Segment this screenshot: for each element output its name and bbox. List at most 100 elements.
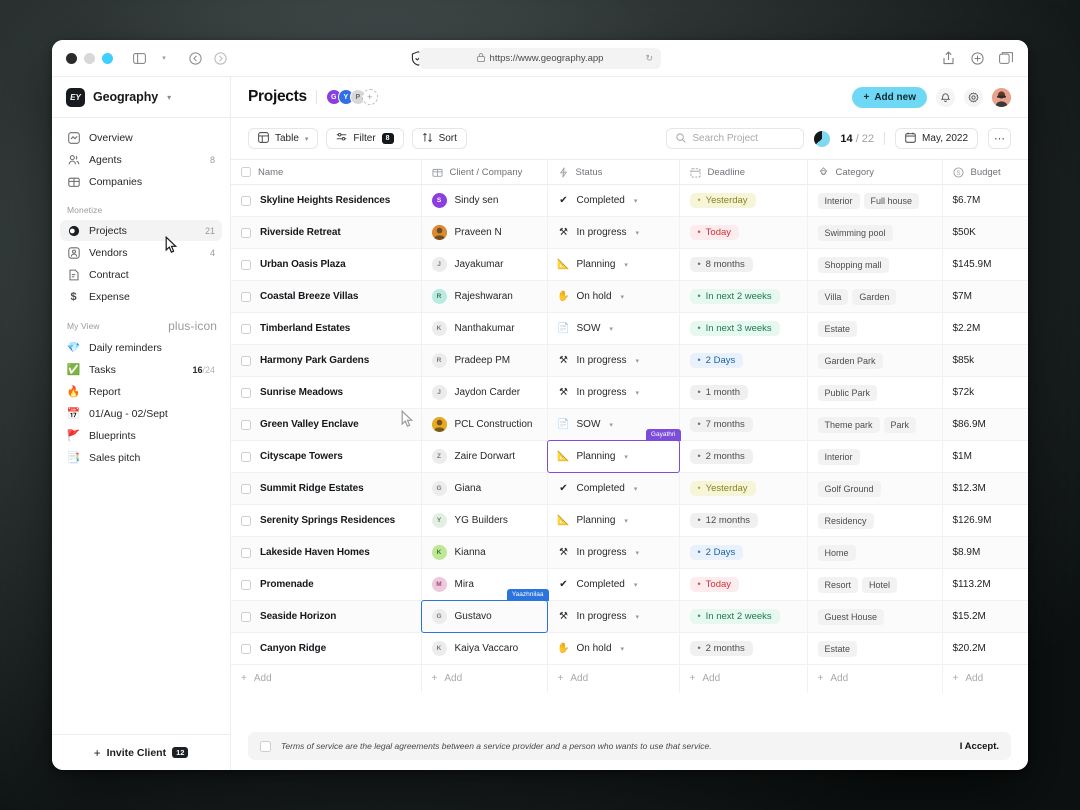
- category-tag[interactable]: Resort: [817, 576, 859, 593]
- cell-client[interactable]: G Gustavo Yaazhnilaa: [420, 589, 549, 633]
- cell-status[interactable]: ✋ On hold ▾: [547, 280, 680, 313]
- row-checkbox[interactable]: [241, 483, 251, 494]
- sort-button[interactable]: Sort: [411, 128, 467, 149]
- sidebar-item-vendors[interactable]: Vendors 4: [60, 242, 222, 263]
- chevron-down-icon[interactable]: ▾: [609, 421, 613, 429]
- category-tag[interactable]: Garden Park: [817, 352, 883, 369]
- forward-icon[interactable]: [212, 50, 228, 66]
- cell-client[interactable]: Z Zaire Dorwart: [421, 440, 548, 473]
- cell-budget[interactable]: $20.2M: [942, 632, 1028, 665]
- column-header-name[interactable]: Name: [231, 159, 422, 185]
- cell-budget[interactable]: $86.9M: [942, 408, 1028, 441]
- cell-category[interactable]: Resort Hotel: [807, 568, 943, 601]
- row-checkbox[interactable]: [241, 227, 251, 238]
- cell-name[interactable]: Seaside Horizon: [231, 600, 422, 633]
- cell-client[interactable]: S Sindy sen: [421, 184, 548, 217]
- new-tab-icon[interactable]: [969, 50, 985, 66]
- row-checkbox[interactable]: [241, 611, 251, 622]
- cell-category[interactable]: Public Park: [807, 376, 943, 409]
- cell-name[interactable]: Skyline Heights Residences: [231, 184, 422, 217]
- category-tag[interactable]: Hotel: [862, 576, 898, 593]
- category-tag[interactable]: Theme park: [817, 416, 880, 433]
- cell-client[interactable]: K Kaiya Vaccaro: [421, 632, 548, 665]
- table-row[interactable]: Lakeside Haven Homes K Kianna ⚒ In progre…: [231, 536, 1028, 569]
- cell-deadline[interactable]: • Yesterday: [679, 472, 808, 505]
- row-checkbox[interactable]: [241, 579, 251, 590]
- cell-client[interactable]: J Jaydon Carder: [421, 376, 548, 409]
- chevron-down-icon[interactable]: ▾: [167, 93, 171, 102]
- maximize-window-button[interactable]: [102, 52, 113, 64]
- cell-client[interactable]: R Pradeep PM: [421, 344, 548, 377]
- cell-category[interactable]: Swimming pool: [807, 216, 943, 249]
- row-checkbox[interactable]: [241, 291, 251, 302]
- cell-client[interactable]: K Kianna: [421, 536, 548, 569]
- cell-budget[interactable]: $12.3M: [942, 472, 1028, 505]
- workspace-switcher[interactable]: EY Geography ▾: [52, 77, 230, 118]
- row-checkbox[interactable]: [241, 643, 251, 654]
- category-tag[interactable]: Public Park: [817, 384, 878, 401]
- sidebar-item-report[interactable]: 🔥 Report: [60, 381, 222, 402]
- cell-category[interactable]: Interior Full house: [807, 184, 943, 217]
- cell-name[interactable]: Sunrise Meadows: [231, 376, 422, 409]
- category-tag[interactable]: Garden: [852, 288, 897, 305]
- cell-deadline[interactable]: • Today: [679, 568, 808, 601]
- sidebar-item-tasks[interactable]: ✅ Tasks 16/24: [60, 359, 222, 380]
- cell-name[interactable]: Canyon Ridge: [231, 632, 422, 665]
- cell-budget[interactable]: $8.9M: [942, 536, 1028, 569]
- cell-category[interactable]: Residency: [807, 504, 943, 537]
- category-tag[interactable]: Swimming pool: [817, 224, 893, 241]
- add-view-icon[interactable]: plus-icon: [168, 320, 217, 332]
- table-row[interactable]: Canyon Ridge K Kaiya Vaccaro ✋ On hold ▾ …: [231, 632, 1028, 665]
- cell-budget[interactable]: $6.7M: [942, 184, 1028, 217]
- cell-status[interactable]: 📄 SOW ▾: [547, 312, 680, 345]
- more-options-icon[interactable]: ⋯: [988, 128, 1011, 149]
- cell-budget[interactable]: $15.2M: [942, 600, 1028, 633]
- cell-category[interactable]: Garden Park: [807, 344, 943, 377]
- row-checkbox[interactable]: [241, 259, 251, 270]
- chevron-down-icon[interactable]: ▾: [636, 549, 640, 557]
- cell-deadline[interactable]: • 2 Days: [679, 344, 808, 377]
- cell-budget[interactable]: $85k: [942, 344, 1028, 377]
- chevron-down-icon[interactable]: ▾: [634, 197, 638, 205]
- cell-name[interactable]: Riverside Retreat: [231, 216, 422, 249]
- row-checkbox[interactable]: [241, 515, 251, 526]
- cell-client[interactable]: Y YG Builders: [421, 504, 548, 537]
- category-tag[interactable]: Estate: [817, 640, 858, 657]
- cell-category[interactable]: Guest House: [807, 600, 943, 633]
- cell-deadline[interactable]: • 2 Days: [679, 536, 808, 569]
- chevron-down-icon[interactable]: ▾: [609, 325, 613, 333]
- row-checkbox[interactable]: [241, 387, 251, 398]
- add-cell[interactable]: + Add: [942, 664, 1028, 693]
- chevron-down-icon[interactable]: ▾: [636, 357, 640, 365]
- cell-category[interactable]: Shopping mall: [807, 248, 943, 281]
- category-tag[interactable]: Golf Ground: [817, 480, 881, 497]
- chevron-down-icon[interactable]: ▾: [156, 50, 172, 66]
- cell-deadline[interactable]: • 7 months: [679, 408, 808, 441]
- window-controls[interactable]: [66, 52, 113, 64]
- cell-status[interactable]: ✔ Completed ▾: [547, 472, 680, 505]
- cell-budget[interactable]: $1M: [942, 440, 1028, 473]
- sidebar-item-daily-reminders[interactable]: 💎 Daily reminders: [60, 337, 222, 358]
- table-row[interactable]: Cityscape Towers Z Zaire Dorwart 📐 Planni…: [231, 429, 1028, 473]
- close-window-button[interactable]: [66, 52, 77, 64]
- cell-status[interactable]: ✋ On hold ▾: [547, 632, 680, 665]
- add-row[interactable]: + Add + Add + Add + Add + Add + Add: [231, 664, 1028, 693]
- sidebar-toggle-icon[interactable]: [131, 50, 147, 66]
- sidebar-item-contract[interactable]: Contract: [60, 264, 222, 285]
- category-tag[interactable]: Park: [883, 416, 917, 433]
- row-checkbox[interactable]: [241, 355, 251, 366]
- cell-budget[interactable]: $72k: [942, 376, 1028, 409]
- cell-deadline[interactable]: • In next 2 weeks: [679, 280, 808, 313]
- category-tag[interactable]: Residency: [817, 512, 874, 529]
- chevron-down-icon[interactable]: ▾: [636, 613, 640, 621]
- row-checkbox[interactable]: [241, 323, 251, 334]
- cell-status[interactable]: ✔ Completed ▾: [547, 184, 680, 217]
- cell-deadline[interactable]: • 1 month: [679, 376, 808, 409]
- cell-deadline[interactable]: • 12 months: [679, 504, 808, 537]
- table-row[interactable]: Summit Ridge Estates G Giana ✔ Completed …: [231, 472, 1028, 505]
- cell-category[interactable]: Home: [807, 536, 943, 569]
- column-header-category[interactable]: Category: [807, 159, 943, 185]
- collaborator-avatars[interactable]: G Y P +: [325, 89, 378, 105]
- table-row[interactable]: Skyline Heights Residences S Sindy sen ✔ …: [231, 184, 1028, 217]
- cell-client[interactable]: K Nanthakumar: [421, 312, 548, 345]
